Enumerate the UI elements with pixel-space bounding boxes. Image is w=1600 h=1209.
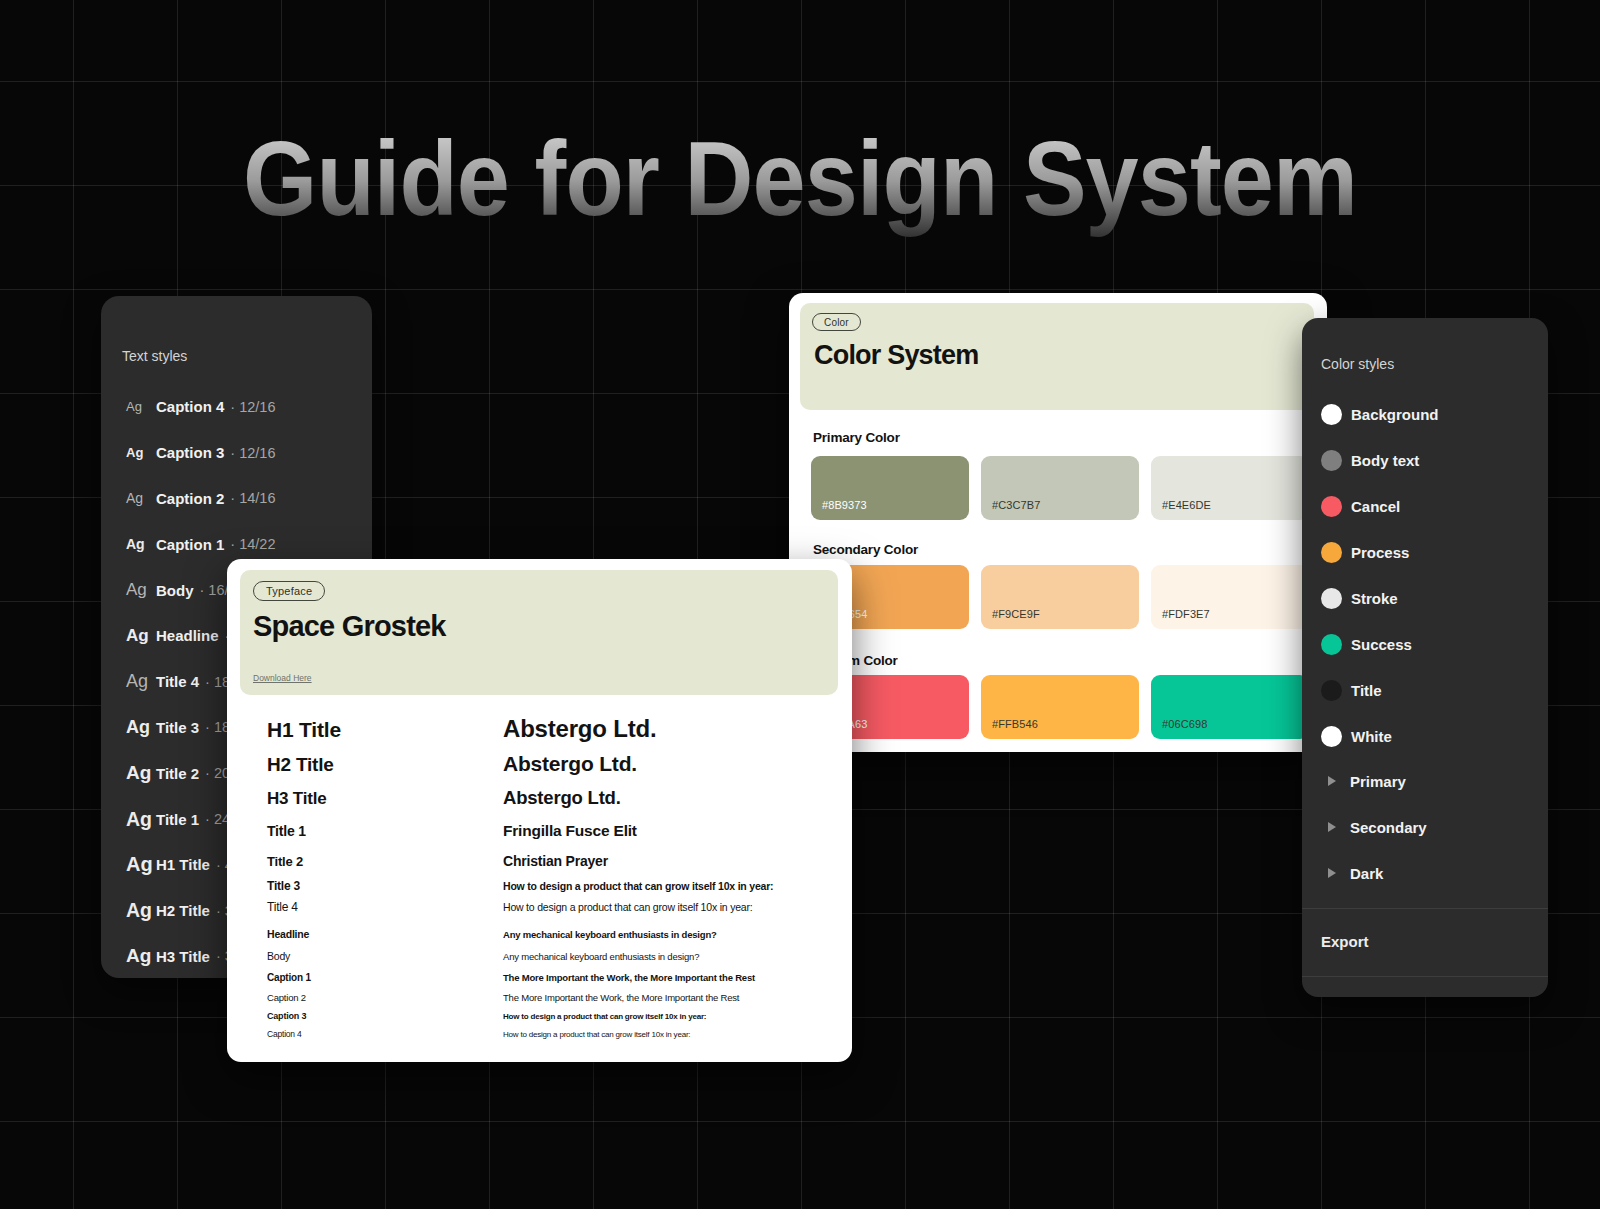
color-styles-panel-title: Color styles: [1321, 356, 1394, 372]
color-dot: [1321, 726, 1342, 747]
style-preview-ag: Ag: [126, 399, 156, 414]
style-preview-ag: Ag: [126, 536, 156, 552]
divider: [1302, 908, 1548, 909]
type-row-title-1: Title 1Fringilla Fusce Elit: [267, 822, 838, 840]
secondary-color-label: Secondary Color: [813, 542, 918, 557]
style-preview-ag: Ag: [126, 490, 156, 506]
color-swatch: #8B9373: [811, 456, 969, 520]
primary-color-row: #8B9373 #C3C7B7 #E4E6DE: [811, 456, 1309, 520]
swatch-hex-label: #C3C7B7: [992, 499, 1040, 511]
type-row-caption-4: Caption 4How to design a product that ca…: [267, 1029, 838, 1039]
color-style-cancel[interactable]: Cancel: [1321, 483, 1538, 529]
group-primary[interactable]: Primary: [1321, 758, 1538, 804]
swatch-hex-label: #F9CE9F: [992, 608, 1040, 620]
color-style-title[interactable]: Title: [1321, 667, 1538, 713]
color-swatch: #F9CE9F: [981, 565, 1139, 629]
color-dot: [1321, 588, 1342, 609]
typeface-badge: Typeface: [253, 581, 325, 601]
color-swatch: #C3C7B7: [981, 456, 1139, 520]
typeface-title: Space Grostek: [253, 610, 446, 643]
download-link[interactable]: Download Here: [253, 673, 312, 683]
type-row-title-3: Title 3How to design a product that can …: [267, 879, 838, 893]
color-card-header: Color Color System: [800, 303, 1314, 410]
color-card-title: Color System: [814, 340, 978, 371]
page-background: Guide for Design System Text styles AgCa…: [0, 0, 1600, 1209]
style-preview-ag: Ag: [126, 717, 156, 738]
color-style-process[interactable]: Process: [1321, 529, 1538, 575]
text-style-item-caption-3[interactable]: AgCaption 3· 12/16: [126, 430, 372, 476]
color-styles-list: Background Body text Cancel Process Stro…: [1321, 391, 1538, 759]
style-preview-ag: Ag: [126, 626, 156, 646]
export-button[interactable]: Export: [1321, 933, 1369, 950]
color-dot: [1321, 634, 1342, 655]
type-row-title-4: Title 4How to design a product that can …: [267, 900, 838, 914]
system-color-row: #F75A63 #FFB546 #06C698: [811, 675, 1309, 739]
typeface-card-header: Typeface Space Grostek Download Here: [240, 570, 838, 695]
type-row-title-2: Title 2Christian Prayer: [267, 853, 838, 869]
color-dot: [1321, 404, 1342, 425]
color-swatch: #FFB546: [981, 675, 1139, 739]
color-style-stroke[interactable]: Stroke: [1321, 575, 1538, 621]
primary-color-label: Primary Color: [813, 430, 900, 445]
type-row-headline: HeadlineAny mechanical keyboard enthusia…: [267, 928, 838, 940]
text-style-item-caption-2[interactable]: AgCaption 2· 14/16: [126, 476, 372, 522]
chevron-right-icon: [1328, 822, 1336, 832]
color-styles-panel: Color styles Background Body text Cancel…: [1302, 318, 1548, 997]
color-style-background[interactable]: Background: [1321, 391, 1538, 437]
swatch-hex-label: #06C698: [1162, 718, 1207, 730]
swatch-hex-label: #FDF3E7: [1162, 608, 1210, 620]
color-dot: [1321, 450, 1342, 471]
type-row-h3: H3 TitleAbstergo Ltd.: [267, 787, 838, 809]
type-row-h1: H1 TitleAbstergo Ltd.: [267, 715, 838, 743]
type-row-caption-1: Caption 1The More Important the Work, th…: [267, 972, 838, 983]
style-preview-ag: Ag: [126, 899, 156, 922]
swatch-hex-label: #E4E6DE: [1162, 499, 1211, 511]
color-style-white[interactable]: White: [1321, 713, 1538, 759]
style-preview-ag: Ag: [126, 445, 156, 460]
text-style-item-caption-4[interactable]: AgCaption 4· 12/16: [126, 384, 372, 430]
type-row-caption-3: Caption 3How to design a product that ca…: [267, 1011, 838, 1021]
group-dark[interactable]: Dark: [1321, 850, 1538, 896]
page-title: Guide for Design System: [243, 118, 1357, 239]
color-system-card: Color Color System Primary Color #8B9373…: [789, 293, 1327, 752]
secondary-color-row: #F2A654 #F9CE9F #FDF3E7: [811, 565, 1309, 629]
color-swatch: #FDF3E7: [1151, 565, 1309, 629]
color-dot: [1321, 496, 1342, 517]
style-preview-ag: Ag: [126, 945, 156, 967]
style-preview-ag: Ag: [126, 853, 156, 876]
divider: [1302, 976, 1548, 977]
color-style-body-text[interactable]: Body text: [1321, 437, 1538, 483]
type-row-caption-2: Caption 2The More Important the Work, th…: [267, 992, 838, 1003]
chevron-right-icon: [1328, 868, 1336, 878]
color-badge: Color: [812, 313, 861, 331]
text-styles-panel-title: Text styles: [122, 348, 187, 364]
typeface-card: Typeface Space Grostek Download Here H1 …: [227, 559, 852, 1062]
style-preview-ag: Ag: [126, 808, 156, 831]
swatch-hex-label: #8B9373: [822, 499, 867, 511]
group-secondary[interactable]: Secondary: [1321, 804, 1538, 850]
color-swatch: #E4E6DE: [1151, 456, 1309, 520]
color-style-success[interactable]: Success: [1321, 621, 1538, 667]
style-preview-ag: Ag: [126, 580, 156, 600]
style-preview-ag: Ag: [126, 671, 156, 692]
color-dot: [1321, 680, 1342, 701]
color-dot: [1321, 542, 1342, 563]
chevron-right-icon: [1328, 776, 1336, 786]
style-preview-ag: Ag: [126, 762, 156, 784]
type-row-body: BodyAny mechanical keyboard enthusiasts …: [267, 950, 838, 962]
color-swatch: #06C698: [1151, 675, 1309, 739]
color-style-groups: Primary Secondary Dark: [1321, 758, 1538, 896]
type-row-h2: H2 TitleAbstergo Ltd.: [267, 752, 838, 776]
swatch-hex-label: #FFB546: [992, 718, 1038, 730]
